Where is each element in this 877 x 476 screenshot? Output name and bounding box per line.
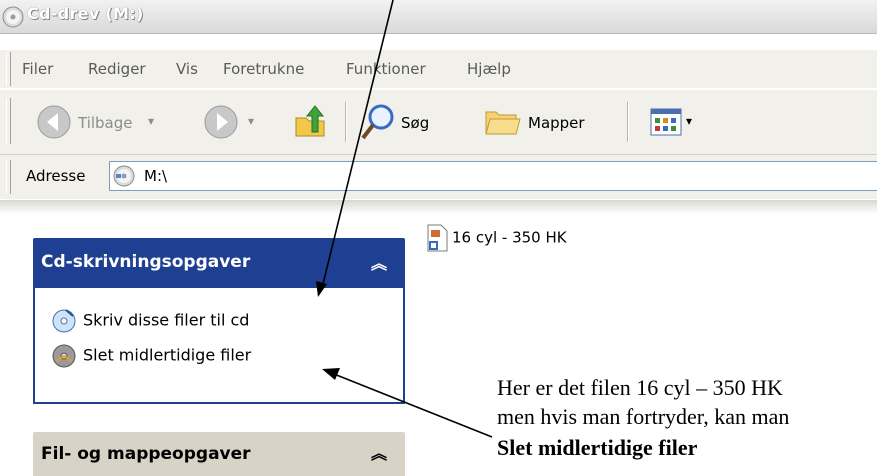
arrow-to-delete-temp-files: [322, 368, 493, 438]
arrow-to-cd-tasks: [316, 0, 394, 297]
annotation-arrows: [316, 0, 493, 438]
